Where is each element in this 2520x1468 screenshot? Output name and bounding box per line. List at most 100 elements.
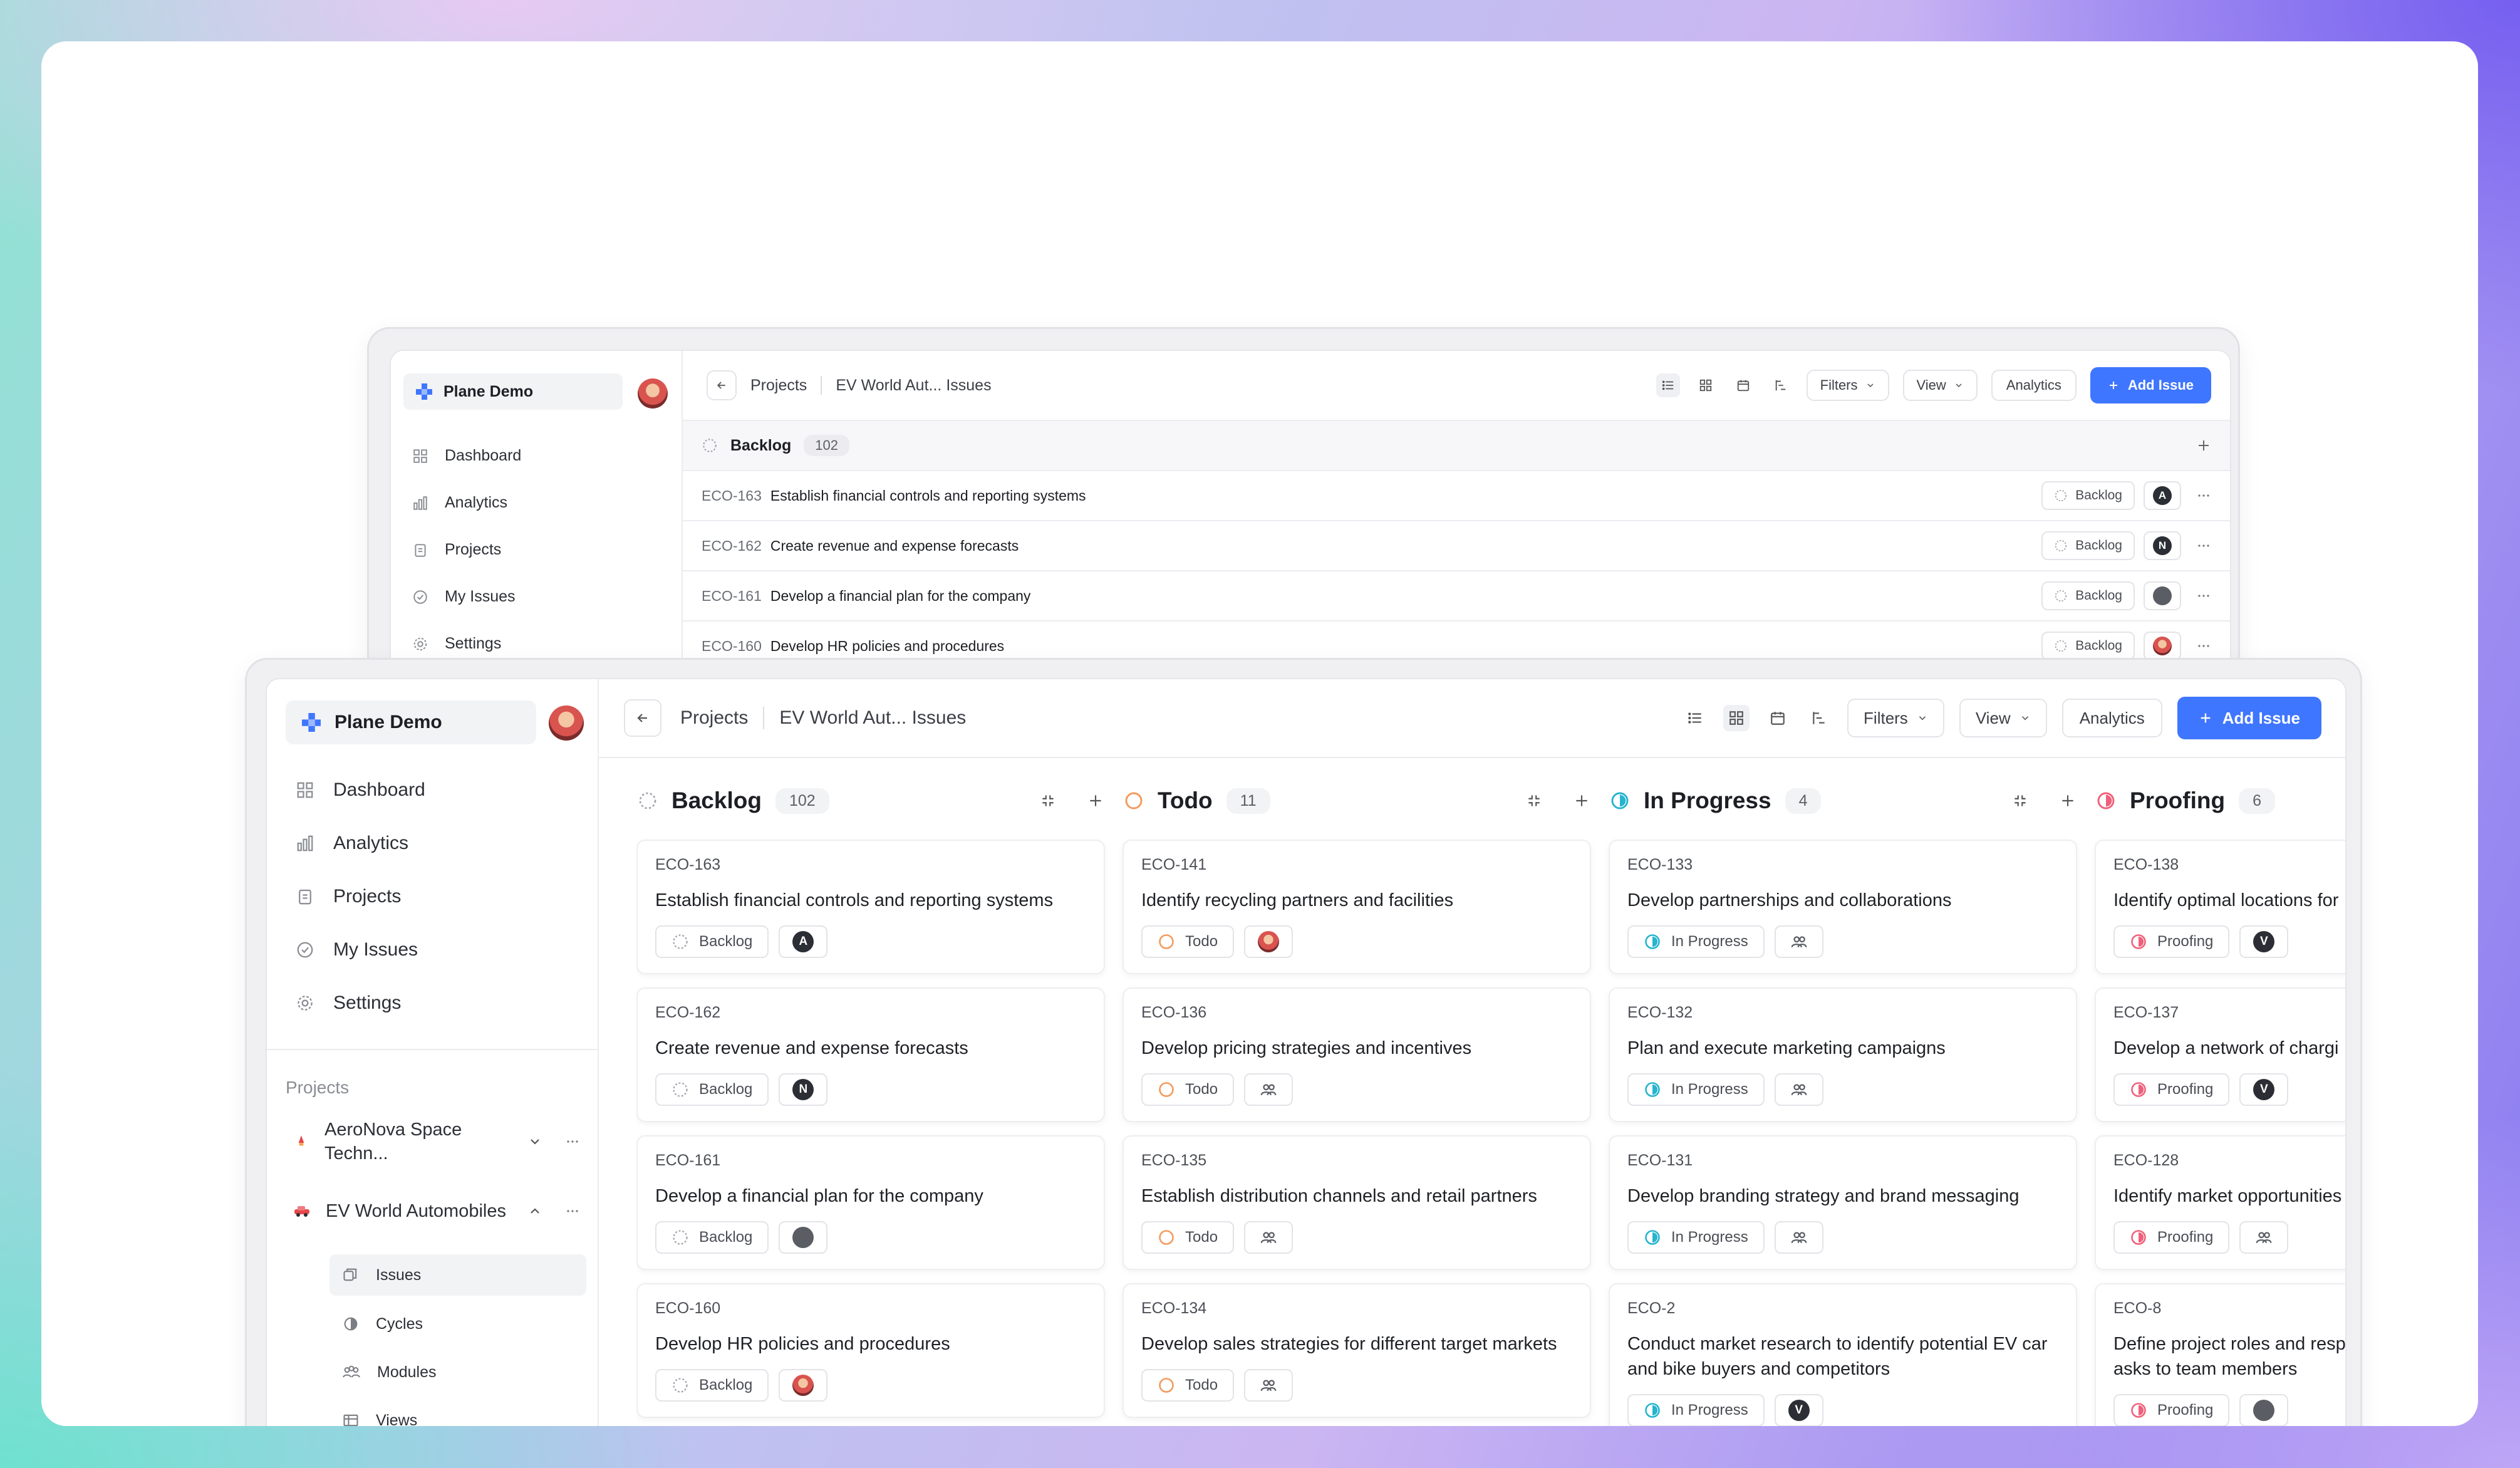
nav-item-projects[interactable]: Projects	[403, 526, 669, 573]
issue-card[interactable]: ECO-141 Identify recycling partners and …	[1123, 840, 1591, 974]
state-dropdown[interactable]: Todo	[1141, 1221, 1235, 1254]
user-avatar[interactable]	[549, 705, 584, 741]
plus-icon[interactable]	[2196, 438, 2211, 453]
assignee-dropdown[interactable]	[2144, 632, 2181, 660]
state-dropdown[interactable]: Backlog	[2041, 581, 2135, 610]
sidebar-subitem-modules[interactable]: Modules	[329, 1351, 586, 1393]
assignee-dropdown[interactable]: V	[1774, 1394, 1823, 1426]
issue-card[interactable]: ECO-136 Develop pricing strategies and i…	[1123, 987, 1591, 1122]
nav-item-my-issues[interactable]: My Issues	[286, 923, 580, 976]
issue-card[interactable]: ECO-134 Develop sales strategies for dif…	[1123, 1283, 1591, 1418]
assignee-dropdown[interactable]: N	[2144, 531, 2181, 560]
plus-icon[interactable]	[1574, 793, 1590, 809]
state-dropdown[interactable]: Backlog	[2041, 531, 2135, 560]
collapse-icon[interactable]	[1040, 793, 1056, 809]
assignee-dropdown[interactable]: N	[779, 1073, 828, 1106]
state-dropdown[interactable]: In Progress	[1627, 925, 1765, 958]
assignee-dropdown[interactable]	[1774, 1073, 1823, 1106]
view-button[interactable]: View	[1902, 370, 1978, 401]
plus-icon[interactable]	[1087, 793, 1104, 809]
kanban-layout-icon[interactable]	[1723, 705, 1750, 731]
list-item[interactable]: ECO-162 Create revenue and expense forec…	[683, 521, 2230, 571]
nav-item-dashboard[interactable]: Dashboard	[403, 432, 669, 479]
workspace-switcher[interactable]: Plane Demo	[403, 373, 623, 410]
assignee-dropdown[interactable]	[1244, 1221, 1294, 1254]
issue-card[interactable]: ECO-2 Conduct market research to identif…	[1609, 1283, 2077, 1426]
calendar-layout-icon[interactable]	[1731, 373, 1755, 397]
filters-button[interactable]: Filters	[1847, 699, 1944, 737]
more-icon[interactable]	[2196, 588, 2211, 603]
sidebar-project-ev-world[interactable]: EV World Automobiles	[286, 1195, 580, 1227]
state-dropdown[interactable]: Todo	[1141, 925, 1235, 958]
assignee-dropdown[interactable]	[2144, 581, 2181, 610]
assignee-dropdown[interactable]	[2239, 1221, 2289, 1254]
nav-item-analytics[interactable]: Analytics	[403, 479, 669, 526]
issue-card[interactable]: ECO-163 Establish financial controls and…	[636, 840, 1105, 974]
analytics-button[interactable]: Analytics	[2061, 699, 2162, 737]
issue-card[interactable]: ECO-128 Identify market opportunities Pr…	[2095, 1135, 2345, 1270]
issue-card[interactable]: ECO-133 Develop partnerships and collabo…	[1609, 840, 2077, 974]
issue-card[interactable]: ECO-137 Develop a network of chargi Proo…	[2095, 987, 2345, 1122]
add-issue-button[interactable]: Add Issue	[2177, 697, 2321, 739]
more-icon[interactable]	[565, 1134, 580, 1149]
assignee-dropdown[interactable]	[2239, 1394, 2289, 1426]
chevron-down-icon[interactable]	[527, 1134, 542, 1149]
breadcrumb-root[interactable]: Projects	[680, 707, 748, 729]
state-dropdown[interactable]: Backlog	[2041, 632, 2135, 660]
sidebar-subitem-cycles[interactable]: Cycles	[329, 1303, 586, 1345]
gantt-layout-icon[interactable]	[1769, 373, 1793, 397]
breadcrumb-root[interactable]: Projects	[750, 377, 807, 395]
assignee-dropdown[interactable]	[1774, 925, 1823, 958]
back-button[interactable]	[707, 370, 737, 400]
assignee-dropdown[interactable]	[1244, 1369, 1294, 1402]
plus-icon[interactable]	[2060, 793, 2076, 809]
state-dropdown[interactable]: Proofing	[2113, 1394, 2230, 1426]
list-item[interactable]: ECO-161 Develop a financial plan for the…	[683, 571, 2230, 622]
collapse-icon[interactable]	[2012, 793, 2028, 809]
state-dropdown[interactable]: Backlog	[655, 1073, 769, 1106]
sidebar-subitem-issues[interactable]: Issues	[329, 1254, 586, 1296]
issue-card[interactable]: ECO-131 Develop branding strategy and br…	[1609, 1135, 2077, 1270]
assignee-dropdown[interactable]	[1244, 1073, 1294, 1106]
nav-item-settings[interactable]: Settings	[286, 976, 580, 1029]
issue-card[interactable]: ECO-132 Plan and execute marketing campa…	[1609, 987, 2077, 1122]
state-dropdown[interactable]: Proofing	[2113, 1073, 2230, 1106]
assignee-dropdown[interactable]	[779, 1369, 828, 1402]
more-icon[interactable]	[2196, 638, 2211, 653]
state-dropdown[interactable]: Backlog	[655, 1369, 769, 1402]
nav-item-analytics[interactable]: Analytics	[286, 816, 580, 870]
add-issue-button[interactable]: Add Issue	[2090, 367, 2211, 403]
state-dropdown[interactable]: Proofing	[2113, 925, 2230, 958]
list-layout-icon[interactable]	[1656, 373, 1680, 397]
state-dropdown[interactable]: Backlog	[655, 925, 769, 958]
issue-card[interactable]: ECO-160 Develop HR policies and procedur…	[636, 1283, 1105, 1418]
issue-card[interactable]: ECO-8 Define project roles and resp asks…	[2095, 1283, 2345, 1426]
kanban-layout-icon[interactable]	[1694, 373, 1718, 397]
back-button[interactable]	[624, 699, 661, 737]
collapse-icon[interactable]	[1526, 793, 1542, 809]
assignee-dropdown[interactable]	[779, 1221, 828, 1254]
workspace-switcher[interactable]: Plane Demo	[286, 700, 536, 744]
sidebar-subitem-views[interactable]: Views	[329, 1400, 586, 1426]
issue-card[interactable]: ECO-138 Identify optimal locations for P…	[2095, 840, 2345, 974]
assignee-dropdown[interactable]	[1774, 1221, 1823, 1254]
list-item[interactable]: ECO-163 Establish financial controls and…	[683, 471, 2230, 521]
view-button[interactable]: View	[1959, 699, 2047, 737]
state-dropdown[interactable]: In Progress	[1627, 1394, 1765, 1426]
filters-button[interactable]: Filters	[1806, 370, 1889, 401]
state-dropdown[interactable]: In Progress	[1627, 1073, 1765, 1106]
assignee-dropdown[interactable]: A	[2144, 481, 2181, 510]
list-layout-icon[interactable]	[1682, 705, 1708, 731]
state-dropdown[interactable]: Todo	[1141, 1073, 1235, 1106]
assignee-dropdown[interactable]: V	[2239, 925, 2289, 958]
state-dropdown[interactable]: Backlog	[655, 1221, 769, 1254]
assignee-dropdown[interactable]: A	[779, 925, 828, 958]
user-avatar[interactable]	[638, 378, 668, 409]
assignee-dropdown[interactable]: V	[2239, 1073, 2289, 1106]
assignee-dropdown[interactable]	[1244, 925, 1294, 958]
gantt-layout-icon[interactable]	[1806, 705, 1832, 731]
sidebar-project-aeronova[interactable]: AeroNova Space Techn...	[286, 1118, 580, 1165]
nav-item-dashboard[interactable]: Dashboard	[286, 763, 580, 816]
state-dropdown[interactable]: Proofing	[2113, 1221, 2230, 1254]
state-dropdown[interactable]: Todo	[1141, 1369, 1235, 1402]
